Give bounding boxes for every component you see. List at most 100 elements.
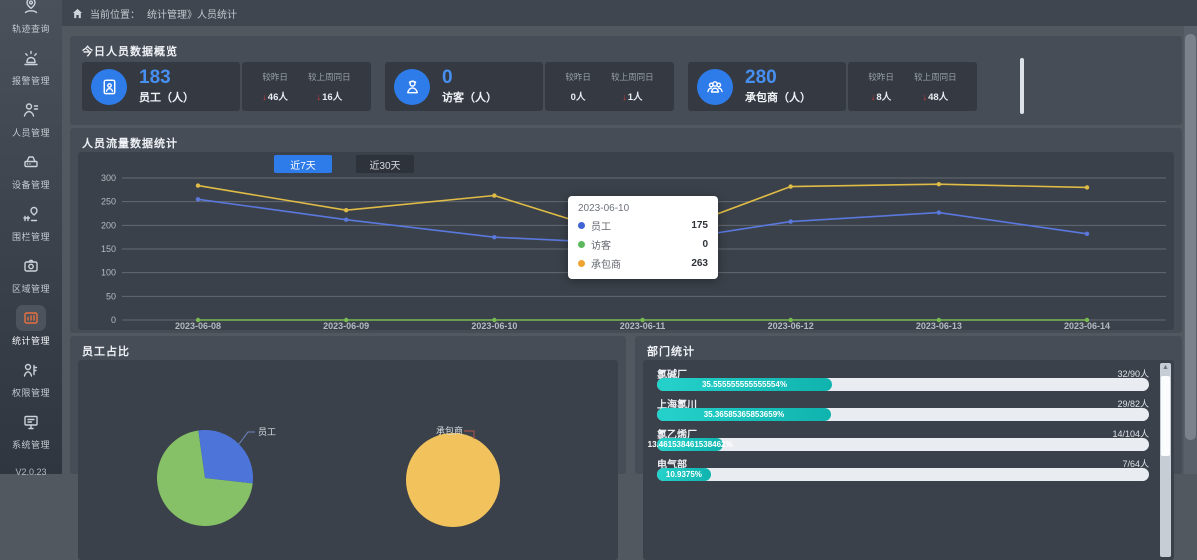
dept-percent: 35.555555555555554% (702, 380, 787, 389)
comparison-value: 0人 (565, 89, 591, 103)
scroll-up-icon[interactable]: ▲ (1160, 364, 1171, 371)
comparison-value: ↓48人 (914, 89, 957, 103)
decrease-arrow-icon: ↓ (871, 92, 876, 102)
decrease-arrow-icon: ↓ (262, 92, 267, 102)
comparison: 较上周同日 ↓1人 (611, 71, 654, 103)
sidebar-item-system[interactable]: 系统管理 (0, 404, 62, 456)
stat-cards: 183 员工（人） 较昨日 ↓46人 较上周同日 ↓16人 0 访客（人） 较昨… (82, 62, 977, 111)
comparison-label: 较昨日 (262, 71, 288, 83)
dept-row: 氯碱厂 32/90人 35.555555555555554% (657, 362, 1149, 392)
svg-text:0: 0 (111, 315, 116, 325)
breadcrumb: 当前位置： 统计管理》人员统计 (62, 0, 1197, 26)
svg-text:200: 200 (101, 220, 116, 230)
pie-title: 员工占比 (82, 343, 130, 359)
page-scrollbar[interactable] (1184, 26, 1197, 474)
comparison-value: ↓1人 (611, 89, 654, 103)
pie-chart-area: 员工 承包商 (78, 360, 618, 560)
decrease-arrow-icon: ↓ (317, 92, 322, 102)
comparison: 较上周同日 ↓16人 (308, 71, 351, 103)
dept-bar-track: 10.9375% (657, 468, 1149, 481)
comparison: 较昨日 ↓46人 (262, 71, 288, 103)
stat-card-main: 0 访客（人） (385, 62, 543, 111)
stat-card-main: 183 员工（人） (82, 62, 240, 111)
dept-scrollbar[interactable]: ▲ (1160, 363, 1171, 557)
personnel-icon (16, 97, 46, 123)
dept-row: 氯乙烯厂 14/104人 13.461538461538462% (657, 422, 1149, 452)
dept-bar-fill: 35.36585365853659% (657, 408, 831, 421)
dept-title: 部门统计 (647, 343, 695, 359)
badge-icon (91, 69, 127, 105)
comparison: 较昨日 ↓8人 (868, 71, 894, 103)
sidebar-item-alarm[interactable]: 报警管理 (0, 40, 62, 92)
overview-scrollbar-thumb[interactable] (1020, 58, 1024, 114)
sidebar-items: 轨迹查询 报警管理 人员管理 设备管理 围栏管理 区域管理 统计管理 权限管理 … (0, 0, 62, 456)
comparison-value: ↓16人 (308, 89, 351, 103)
tooltip-row: 访客 0 (578, 237, 708, 252)
svg-text:2023-06-13: 2023-06-13 (916, 321, 962, 331)
flow-title: 人员流量数据统计 (82, 135, 178, 151)
chart-tooltip: 2023-06-10 员工 175 访客 0 承包商 263 (568, 196, 718, 279)
panel-department-statistics: 部门统计 氯碱厂 32/90人 35.555555555555554% 上海氯川… (635, 336, 1182, 474)
pie-label-right: 承包商 (436, 425, 463, 436)
fence-icon (16, 201, 46, 227)
series-name: 访客 (591, 237, 611, 252)
device-icon (16, 149, 46, 175)
svg-text:2023-06-14: 2023-06-14 (1064, 321, 1110, 331)
tooltip-date: 2023-06-10 (578, 203, 708, 214)
comparison-value: ↓46人 (262, 89, 288, 103)
app-version: V2.0.23 (0, 467, 62, 477)
page-scrollbar-thumb[interactable] (1185, 34, 1196, 440)
pie-label-left: 员工 (258, 427, 276, 437)
dept-list-area: 氯碱厂 32/90人 35.555555555555554% 上海氯川 29/8… (643, 360, 1174, 560)
stat-card-visitor: 0 访客（人） 较昨日 0人 较上周同日 ↓1人 (385, 62, 674, 111)
sidebar-item-device[interactable]: 设备管理 (0, 144, 62, 196)
svg-text:2023-06-10: 2023-06-10 (471, 321, 517, 331)
dept-bar-track: 35.555555555555554% (657, 378, 1149, 391)
comparison-label: 较昨日 (868, 71, 894, 83)
series-name: 员工 (591, 218, 611, 233)
alarm-icon (16, 45, 46, 71)
sidebar-item-personnel[interactable]: 人员管理 (0, 92, 62, 144)
series-dot (578, 222, 585, 229)
dept-bar-track: 35.36585365853659% (657, 408, 1149, 421)
sidebar: 轨迹查询 报警管理 人员管理 设备管理 围栏管理 区域管理 统计管理 权限管理 … (0, 0, 62, 474)
svg-text:250: 250 (101, 197, 116, 207)
tooltip-row: 员工 175 (578, 218, 708, 233)
dept-bar-fill: 35.555555555555554% (657, 378, 832, 391)
area-icon (16, 253, 46, 279)
comparison-label: 较上周同日 (914, 71, 957, 83)
tab-last-7-days[interactable]: 近7天 (274, 155, 332, 173)
sidebar-item-area[interactable]: 区域管理 (0, 248, 62, 300)
pie-charts: 员工 承包商 (78, 360, 618, 560)
sidebar-item-fence[interactable]: 围栏管理 (0, 196, 62, 248)
stat-value: 280 (745, 68, 811, 88)
stat-label: 承包商（人） (745, 89, 811, 105)
series-dot (578, 260, 585, 267)
stat-card-main: 280 承包商（人） (688, 62, 846, 111)
dept-row: 电气部 7/64人 10.9375% (657, 452, 1149, 482)
series-value: 0 (702, 239, 708, 250)
comparison-label: 较昨日 (565, 71, 591, 83)
breadcrumb-path: 统计管理》人员统计 (147, 6, 237, 21)
decrease-arrow-icon: ↓ (923, 92, 928, 102)
panel-overview: 今日人员数据概览 183 员工（人） 较昨日 ↓46人 较上周同日 ↓16人 0… (70, 36, 1182, 125)
stat-label: 员工（人） (139, 89, 194, 105)
dept-scrollbar-thumb[interactable] (1161, 376, 1170, 456)
sidebar-item-stats[interactable]: 统计管理 (0, 300, 62, 352)
svg-text:2023-06-08: 2023-06-08 (175, 321, 221, 331)
svg-text:150: 150 (101, 244, 116, 254)
sidebar-item-trajectory[interactable]: 轨迹查询 (0, 0, 62, 40)
svg-text:300: 300 (101, 173, 116, 183)
tab-last-30-days[interactable]: 近30天 (356, 155, 414, 173)
svg-text:2023-06-12: 2023-06-12 (768, 321, 814, 331)
panel-employee-ratio: 员工占比 员工 承包商 (70, 336, 626, 474)
comparison: 较上周同日 ↓48人 (914, 71, 957, 103)
range-tabs: 近7天 近30天 (274, 155, 414, 173)
stats-icon (16, 305, 46, 331)
series-value: 263 (691, 258, 708, 269)
stat-card-comparisons: 较昨日 ↓46人 较上周同日 ↓16人 (242, 62, 371, 111)
sidebar-item-permission[interactable]: 权限管理 (0, 352, 62, 404)
dept-percent: 13.461538461538462% (648, 440, 733, 449)
svg-text:2023-06-11: 2023-06-11 (620, 321, 666, 331)
decrease-arrow-icon: ↓ (622, 92, 627, 102)
